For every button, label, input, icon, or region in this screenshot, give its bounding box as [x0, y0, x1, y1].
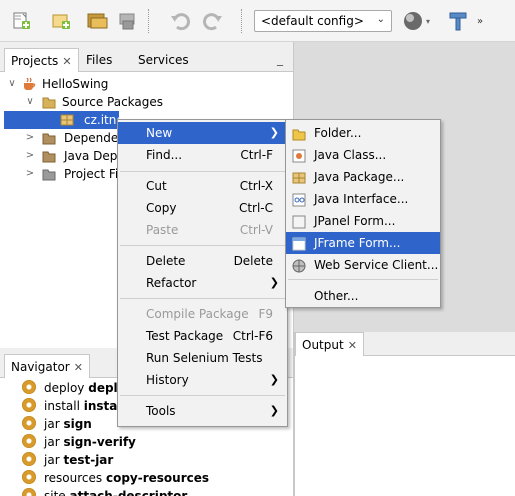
menu-item-cut[interactable]: Cut Ctrl-X [118, 175, 287, 197]
java-class-icon [292, 148, 306, 163]
navigator-item[interactable]: jar sign [22, 415, 92, 433]
menu-item-find[interactable]: Find... Ctrl-F [118, 144, 287, 166]
tab-navigator-label: Navigator [11, 360, 70, 374]
close-icon[interactable]: ✕ [348, 339, 357, 352]
interface-icon [292, 192, 306, 207]
build-icon[interactable] [445, 8, 471, 34]
tab-output-label: Output [302, 338, 344, 352]
new-submenu: Folder... Java Class... Java Package... … [285, 119, 441, 308]
chevron-right-icon: ❯ [269, 126, 279, 139]
more-icon[interactable]: » [472, 8, 488, 34]
package-icon [292, 170, 306, 184]
gear-icon [22, 416, 36, 430]
tab-services-label: Services [138, 53, 189, 67]
output-tabstrip: Output ✕ [295, 332, 515, 356]
redo-icon[interactable] [200, 8, 226, 34]
folder-icon [42, 95, 56, 109]
tab-files-label: Files [86, 53, 113, 67]
menu-item-tools[interactable]: Tools ❯ [118, 400, 287, 422]
gear-icon [22, 452, 36, 466]
web-service-icon [292, 258, 306, 273]
gear-icon [22, 398, 36, 412]
tree-node-label: HelloSwing [42, 77, 109, 91]
folder-icon [42, 167, 56, 181]
jpanel-icon [292, 214, 306, 229]
folder-icon [42, 131, 56, 145]
submenu-item-java-interface[interactable]: Java Interface... [286, 188, 440, 210]
tree-node-source-packages[interactable]: ∨ Source Packages [0, 93, 290, 111]
menu-item-history[interactable]: History ❯ [118, 369, 287, 391]
config-select-value: <default config> [261, 14, 364, 28]
tab-output[interactable]: Output ✕ [295, 332, 364, 356]
context-menu: New ❯ Find... Ctrl-F Cut Ctrl-X Copy Ctr… [117, 119, 288, 427]
close-project-icon[interactable] [114, 8, 140, 34]
submenu-item-jframe-form[interactable]: JFrame Form... [286, 232, 440, 254]
output-panel: Output ✕ [294, 332, 515, 496]
chevron-right-icon: ❯ [269, 373, 279, 386]
jframe-icon [292, 236, 306, 251]
expand-icon[interactable]: > [24, 147, 36, 165]
open-project-icon[interactable] [84, 8, 110, 34]
submenu-item-jpanel-form[interactable]: JPanel Form... [286, 210, 440, 232]
undo-icon[interactable] [167, 8, 193, 34]
navigator-item[interactable]: jar test-jar [22, 451, 113, 469]
chevron-right-icon: ❯ [269, 276, 279, 289]
close-icon[interactable]: ✕ [74, 361, 83, 374]
tab-projects-label: Projects [11, 54, 59, 68]
folder-icon [292, 126, 306, 141]
menu-item-delete[interactable]: Delete Delete [118, 250, 287, 272]
main-toolbar: <default config> ⌄ ▾ » [0, 0, 515, 42]
tab-files[interactable]: Files [80, 48, 118, 72]
folder-icon [42, 149, 56, 163]
menu-item-test-package[interactable]: Test Package Ctrl-F6 [118, 325, 287, 347]
package-icon [60, 113, 74, 127]
collapse-icon[interactable]: ∨ [24, 93, 36, 111]
menu-item-paste[interactable]: Paste Ctrl-V [118, 219, 287, 241]
run-dropdown-icon[interactable]: ▾ [422, 8, 434, 34]
gear-icon [22, 470, 36, 484]
tab-projects[interactable]: Projects ✕ [4, 48, 79, 72]
menu-item-refactor[interactable]: Refactor ❯ [118, 272, 287, 294]
submenu-item-java-package[interactable]: Java Package... [286, 166, 440, 188]
navigator-item[interactable]: site attach-descriptor [22, 487, 187, 496]
expand-icon[interactable]: > [24, 165, 36, 183]
tab-navigator[interactable]: Navigator ✕ [4, 354, 90, 378]
gear-icon [22, 380, 36, 394]
submenu-item-folder[interactable]: Folder... [286, 122, 440, 144]
gear-icon [22, 488, 36, 496]
menu-item-compile-package[interactable]: Compile Package F9 [118, 303, 287, 325]
submenu-item-java-class[interactable]: Java Class... [286, 144, 440, 166]
config-select[interactable]: <default config> ⌄ [254, 10, 392, 32]
chevron-down-icon: ⌄ [376, 14, 385, 25]
navigator-item[interactable]: resources copy-resources [22, 469, 209, 487]
navigator-item[interactable]: jar sign-verify [22, 433, 136, 451]
minimize-button[interactable]: _ [277, 52, 283, 66]
expand-icon[interactable]: > [24, 129, 36, 147]
new-project-icon[interactable] [48, 8, 74, 34]
submenu-item-other[interactable]: Other... [286, 285, 440, 307]
collapse-icon[interactable]: ∨ [6, 75, 18, 93]
coffee-cup-icon [22, 77, 36, 91]
chevron-right-icon: ❯ [269, 404, 279, 417]
menu-item-new[interactable]: New ❯ [118, 122, 287, 144]
projects-tabstrip: Projects ✕ Files Services _ [0, 42, 293, 72]
tab-services[interactable]: Services [132, 48, 195, 72]
tree-node-project[interactable]: ∨ HelloSwing [0, 75, 290, 93]
close-icon[interactable]: ✕ [62, 55, 71, 68]
tree-node-package[interactable]: cz.itnet... [4, 111, 140, 129]
menu-item-run-selenium-tests[interactable]: Run Selenium Tests [118, 347, 287, 369]
submenu-item-web-service-client[interactable]: Web Service Client... [286, 254, 440, 276]
new-file-icon[interactable] [8, 8, 34, 34]
gear-icon [22, 434, 36, 448]
tree-node-label: Source Packages [62, 95, 164, 109]
menu-item-copy[interactable]: Copy Ctrl-C [118, 197, 287, 219]
